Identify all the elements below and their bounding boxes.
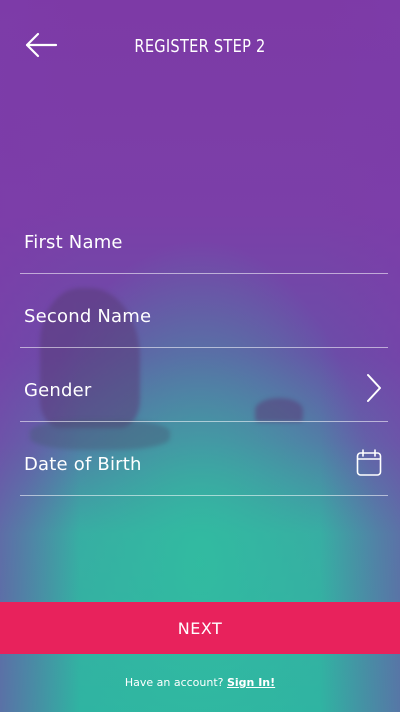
register-form: First Name Second Name Gender Date of Bi… [20,200,388,496]
register-screen: REGISTER STEP 2 First Name Second Name G… [0,0,400,712]
second-name-label: Second Name [24,306,152,327]
second-name-field[interactable]: Second Name [20,274,388,348]
sign-in-link[interactable]: Sign In! [227,676,275,689]
chevron-right-icon [366,373,382,407]
calendar-icon[interactable] [356,449,382,481]
next-button[interactable]: NEXT [0,602,400,654]
footer: Have an account? Sign In! [0,676,400,689]
first-name-label: First Name [24,232,123,253]
header: REGISTER STEP 2 [0,0,400,92]
date-of-birth-label: Date of Birth [24,454,142,475]
have-account-text: Have an account? [124,676,224,689]
gender-field[interactable]: Gender [20,348,388,422]
gender-label: Gender [24,380,92,401]
first-name-field[interactable]: First Name [20,200,388,274]
date-of-birth-field[interactable]: Date of Birth [20,422,388,496]
page-title: REGISTER STEP 2 [134,36,266,57]
